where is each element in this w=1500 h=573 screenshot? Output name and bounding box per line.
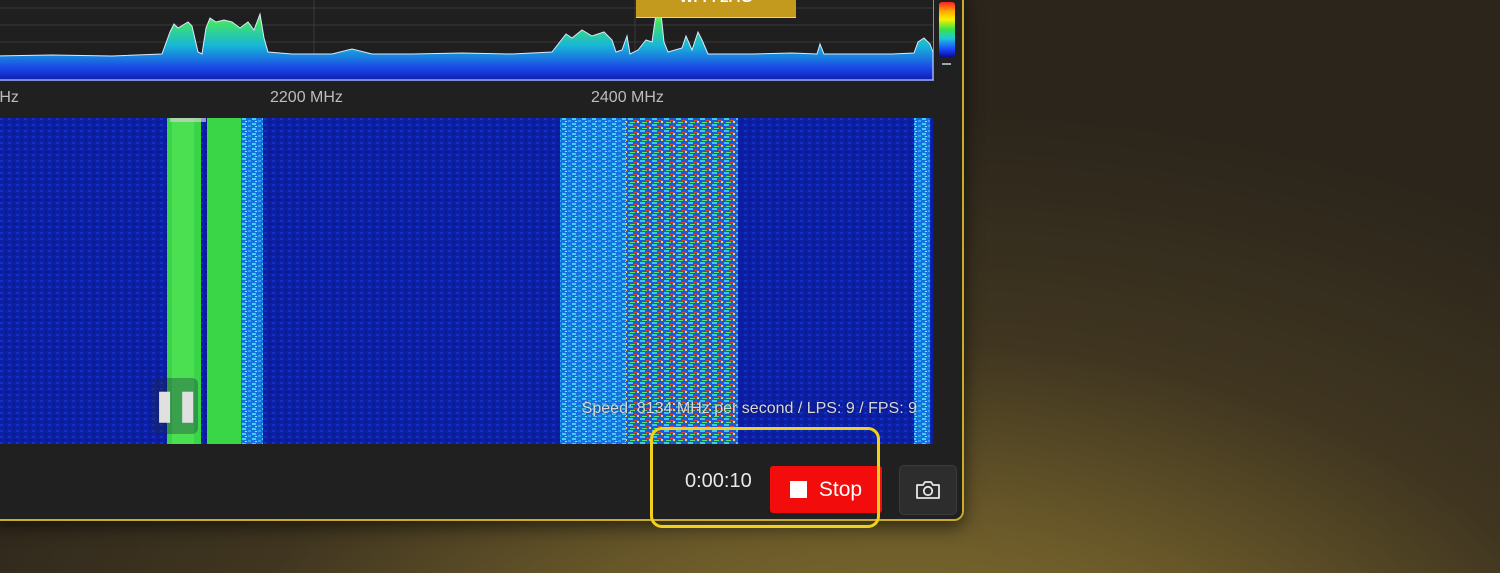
frequency-axis: MHz 2200 MHz 2400 MHz: [0, 80, 933, 108]
pause-icon: ❚❚: [152, 389, 200, 422]
camera-icon: [916, 481, 940, 499]
frequency-tick-label: 2200 MHz: [270, 89, 343, 106]
waterfall-graph: [0, 118, 933, 444]
spectrum-plot[interactable]: Wi-Fi 2.4G: [0, 0, 934, 81]
color-scale-legend: [939, 2, 955, 57]
frequency-tick-label: MHz: [0, 89, 19, 106]
screenshot-button[interactable]: [899, 465, 957, 515]
pause-button[interactable]: ❚❚: [152, 378, 200, 434]
frequency-tick-label: 2400 MHz: [591, 89, 664, 106]
waterfall-display[interactable]: ❚❚ Speed: 8134 MHz per second / LPS: 9 /…: [0, 118, 933, 444]
highlight-frame: [650, 427, 880, 528]
band-marker-label[interactable]: Wi-Fi 2.4G: [636, 0, 796, 18]
color-scale-tick[interactable]: [942, 63, 951, 65]
speed-stats-readout: Speed: 8134 MHz per second / LPS: 9 / FP…: [581, 400, 917, 417]
